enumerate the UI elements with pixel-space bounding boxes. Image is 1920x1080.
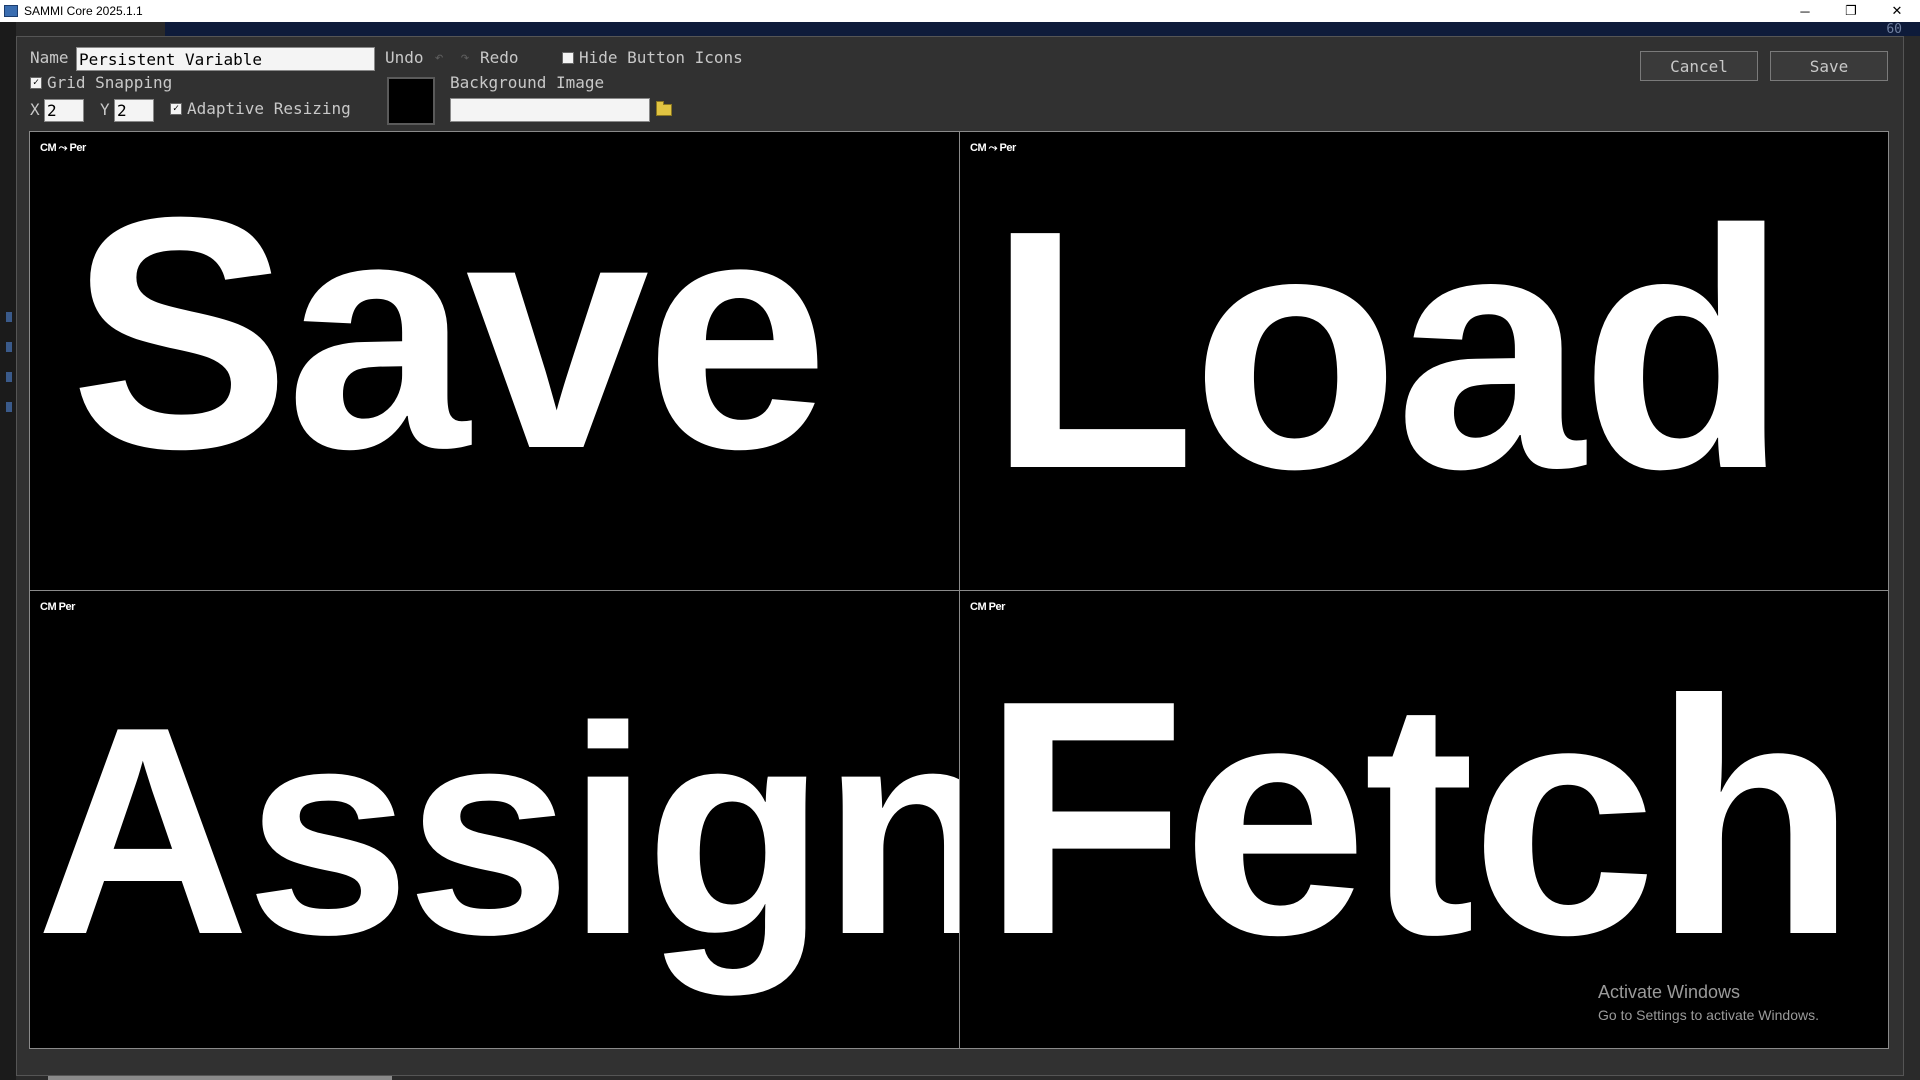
- background-window-number: 60: [1886, 22, 1902, 37]
- button-editor-dialog: Name Undo ↶ ↷ Redo Hide Button Icons ✓ G…: [16, 36, 1904, 1076]
- minimize-icon[interactable]: ─: [1782, 0, 1828, 22]
- grid-x-input[interactable]: [44, 99, 84, 122]
- button-canvas: CM ⤳ Per Save CM ⤳ Per Load CM Per Assig…: [29, 131, 1889, 1049]
- background-image-input[interactable]: [450, 98, 650, 122]
- button-label: Fetch: [982, 631, 1857, 1004]
- name-input[interactable]: [76, 47, 375, 71]
- redo-icon[interactable]: ↷: [455, 47, 475, 67]
- deck-button-load[interactable]: CM ⤳ Per Load: [960, 132, 1888, 590]
- background-window-scrollbar: [48, 1076, 392, 1080]
- activate-windows-watermark: Activate Windows Go to Settings to activ…: [1598, 982, 1819, 1023]
- background-window-strip: [165, 22, 1920, 36]
- background-marker: [6, 402, 12, 412]
- grid-snapping-label: Grid Snapping: [47, 73, 173, 92]
- adaptive-resizing-checkbox[interactable]: ✓: [170, 103, 182, 115]
- save-button[interactable]: Save: [1770, 51, 1888, 81]
- deck-button-save[interactable]: CM ⤳ Per Save: [30, 132, 959, 590]
- hide-icons-label: Hide Button Icons: [579, 48, 743, 67]
- undo-icon[interactable]: ↶: [429, 47, 449, 67]
- adaptive-resizing-label: Adaptive Resizing: [187, 99, 351, 118]
- background-marker: [6, 312, 12, 322]
- close-icon[interactable]: ✕: [1874, 0, 1920, 22]
- app-icon: [4, 5, 18, 17]
- watermark-title: Activate Windows: [1598, 982, 1741, 1002]
- cancel-button[interactable]: Cancel: [1640, 51, 1758, 81]
- button-label: Save: [70, 148, 829, 517]
- background-marker: [6, 372, 12, 382]
- window-title: SAMMI Core 2025.1.1: [24, 4, 143, 18]
- button-label: Assign: [36, 665, 959, 996]
- button-label: Load: [988, 160, 1788, 540]
- y-label: Y: [100, 100, 110, 119]
- button-badge: CM Per: [970, 601, 1005, 613]
- grid-snapping-checkbox[interactable]: ✓: [30, 77, 42, 89]
- x-label: X: [30, 100, 40, 119]
- background-color-swatch[interactable]: [387, 77, 435, 125]
- restore-icon[interactable]: ❐: [1828, 0, 1874, 22]
- background-marker: [6, 342, 12, 352]
- hide-icons-checkbox[interactable]: [562, 52, 574, 64]
- undo-label: Undo: [385, 48, 424, 67]
- background-image-label: Background Image: [450, 73, 605, 92]
- title-bar: SAMMI Core 2025.1.1 ─ ❐ ✕: [0, 0, 1920, 22]
- redo-label: Redo: [480, 48, 519, 67]
- watermark-subtitle: Go to Settings to activate Windows.: [1598, 1007, 1819, 1023]
- grid-y-input[interactable]: [114, 99, 154, 122]
- deck-button-fetch[interactable]: CM Per Fetch: [960, 591, 1888, 1048]
- background-window-edge: [0, 22, 16, 1080]
- name-label: Name: [30, 48, 69, 67]
- button-badge: CM Per: [40, 601, 75, 613]
- deck-button-assign[interactable]: CM Per Assign: [30, 591, 959, 1048]
- window-controls: ─ ❐ ✕: [1782, 0, 1920, 22]
- folder-icon[interactable]: [655, 101, 673, 119]
- button-badge: CM ⤳ Per: [970, 142, 1016, 154]
- grid-divider-horizontal: [30, 590, 1888, 591]
